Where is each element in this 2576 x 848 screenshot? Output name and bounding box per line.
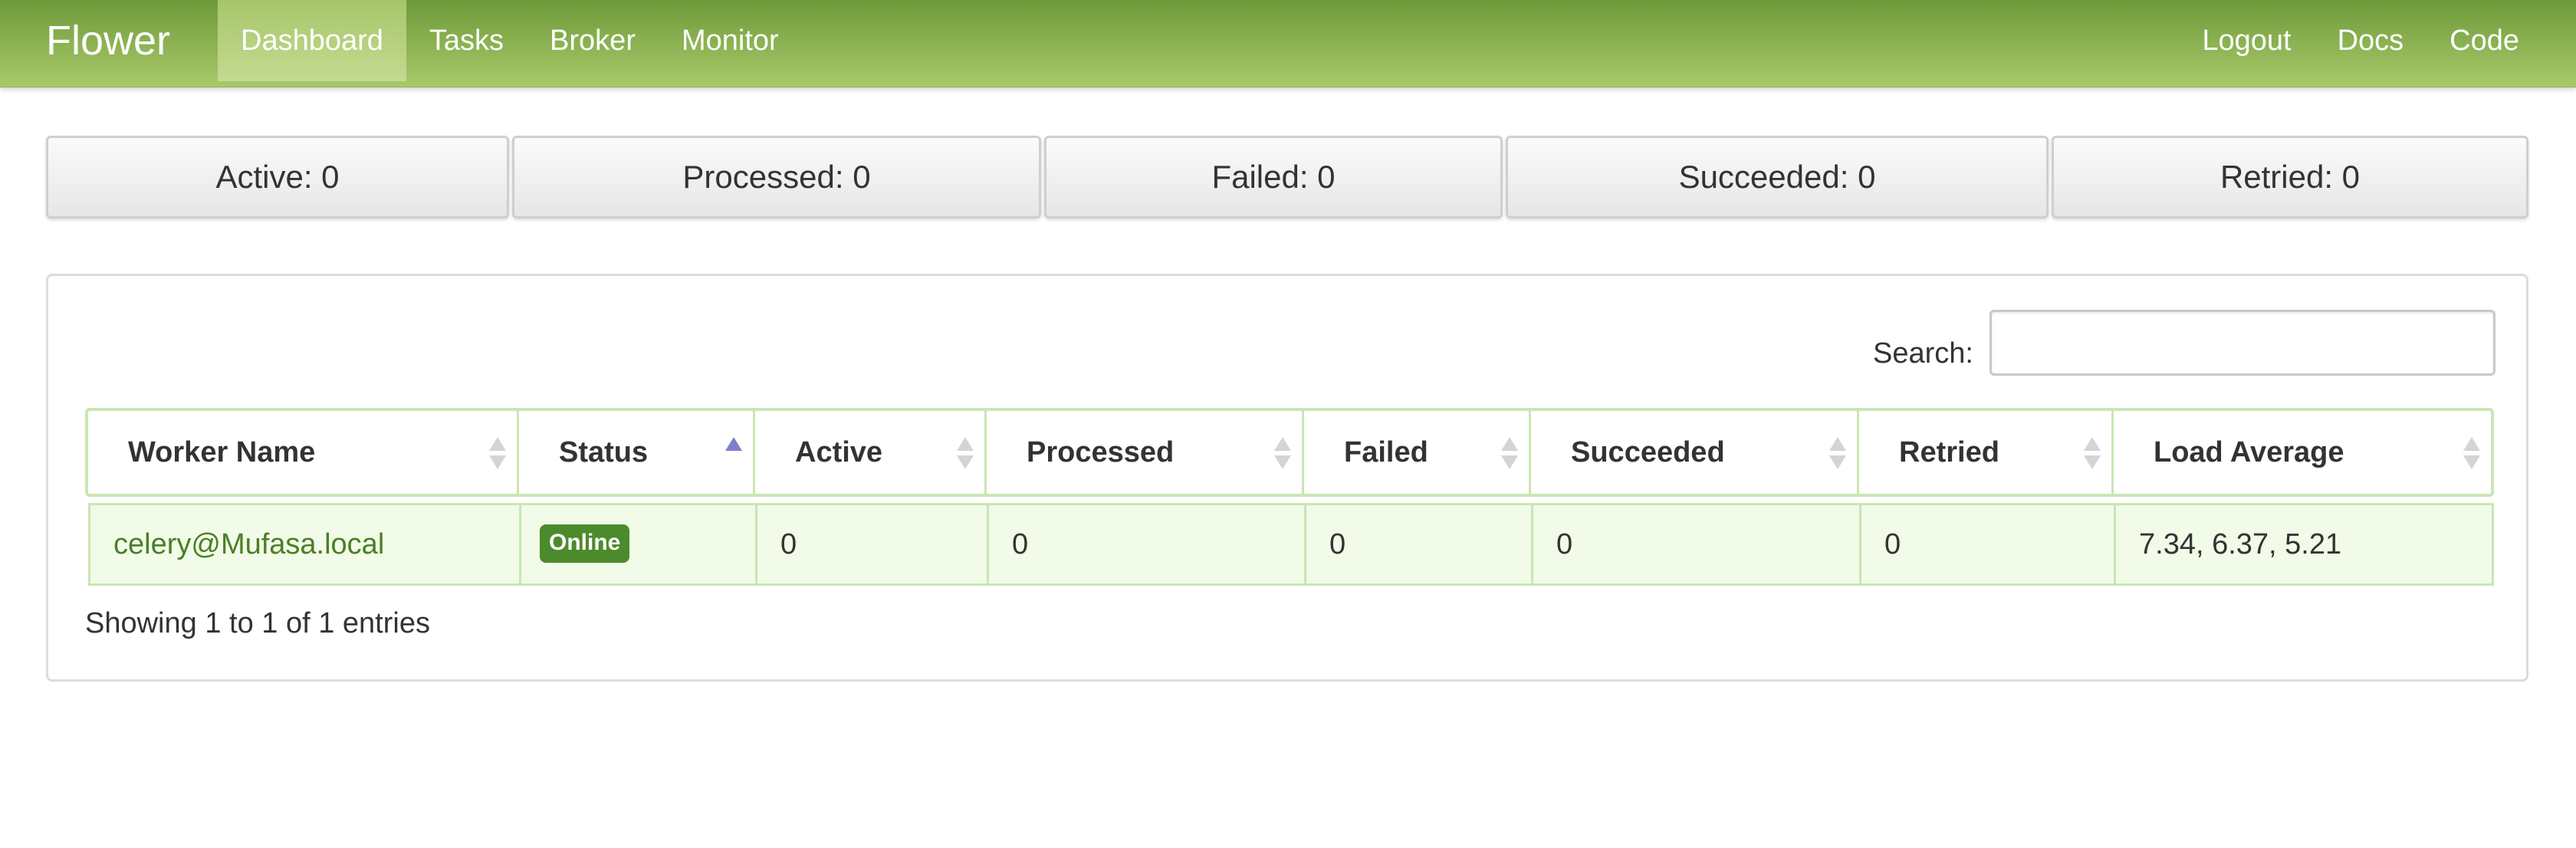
workers-table: Worker Name Status Active Processed Fail… (85, 408, 2494, 586)
col-load-average-label: Load Average (2154, 436, 2344, 468)
summary-retried[interactable]: Retried: 0 (2052, 136, 2528, 219)
table-info: Showing 1 to 1 of 1 entries (85, 607, 430, 639)
search-label: Search: (1873, 337, 1973, 370)
nav-secondary: Logout Docs Code (2179, 0, 2542, 81)
summary-bar: Active: 0 Processed: 0 Failed: 0 Succeed… (46, 136, 2528, 219)
cell-active: 0 (757, 505, 989, 583)
sort-arrows-icon (489, 437, 506, 471)
col-retried[interactable]: Retried (1859, 411, 2114, 494)
sort-arrows-icon (1274, 437, 1291, 471)
cell-succeeded: 0 (1533, 505, 1861, 583)
col-worker-name-label: Worker Name (128, 436, 316, 468)
worker-link[interactable]: celery@Mufasa.local (113, 528, 384, 560)
nav-tasks[interactable]: Tasks (406, 0, 527, 81)
col-worker-name[interactable]: Worker Name (88, 411, 519, 494)
nav-code[interactable]: Code (2426, 0, 2542, 81)
nav-dashboard[interactable]: Dashboard (218, 0, 406, 81)
cell-retried: 0 (1861, 505, 2116, 583)
col-status[interactable]: Status (519, 411, 755, 494)
table-row: celery@Mufasa.local Online 0 0 0 0 0 7.3… (88, 503, 2494, 586)
col-failed-label: Failed (1344, 436, 1428, 468)
nav-main: Dashboard Tasks Broker Monitor (218, 0, 802, 81)
nav-docs[interactable]: Docs (2315, 0, 2427, 81)
sort-asc-icon (725, 437, 742, 471)
nav-broker[interactable]: Broker (527, 0, 659, 81)
summary-failed[interactable]: Failed: 0 (1044, 136, 1503, 219)
table-header: Worker Name Status Active Processed Fail… (85, 408, 2494, 497)
search-input[interactable] (1990, 310, 2496, 376)
col-active-label: Active (795, 436, 883, 468)
cell-processed: 0 (989, 505, 1306, 583)
sort-arrows-icon (957, 437, 974, 471)
sort-arrows-icon (2084, 437, 2101, 471)
col-status-label: Status (559, 436, 649, 468)
col-failed[interactable]: Failed (1304, 411, 1531, 494)
sort-arrows-icon (2463, 437, 2480, 471)
cell-status: Online (521, 505, 757, 583)
cell-failed: 0 (1306, 505, 1533, 583)
brand-logo[interactable]: Flower (46, 0, 170, 81)
nav-logout[interactable]: Logout (2179, 0, 2314, 81)
sort-arrows-icon (1829, 437, 1846, 471)
col-succeeded[interactable]: Succeeded (1531, 411, 1859, 494)
summary-processed[interactable]: Processed: 0 (512, 136, 1041, 219)
summary-succeeded[interactable]: Succeeded: 0 (1506, 136, 2049, 219)
summary-active[interactable]: Active: 0 (46, 136, 509, 219)
col-load-average[interactable]: Load Average (2114, 411, 2491, 494)
status-badge: Online (540, 524, 630, 563)
nav-monitor[interactable]: Monitor (659, 0, 802, 81)
col-processed[interactable]: Processed (987, 411, 1304, 494)
col-processed-label: Processed (1027, 436, 1175, 468)
top-navbar: Flower Dashboard Tasks Broker Monitor Lo… (0, 0, 2576, 87)
sort-arrows-icon (1501, 437, 1518, 471)
cell-worker-name: celery@Mufasa.local (90, 505, 521, 583)
col-succeeded-label: Succeeded (1571, 436, 1725, 468)
workers-panel: Search: Worker Name Status Active Proces… (46, 274, 2528, 682)
col-retried-label: Retried (1899, 436, 1999, 468)
cell-load-average: 7.34, 6.37, 5.21 (2139, 528, 2342, 560)
col-active[interactable]: Active (755, 411, 987, 494)
